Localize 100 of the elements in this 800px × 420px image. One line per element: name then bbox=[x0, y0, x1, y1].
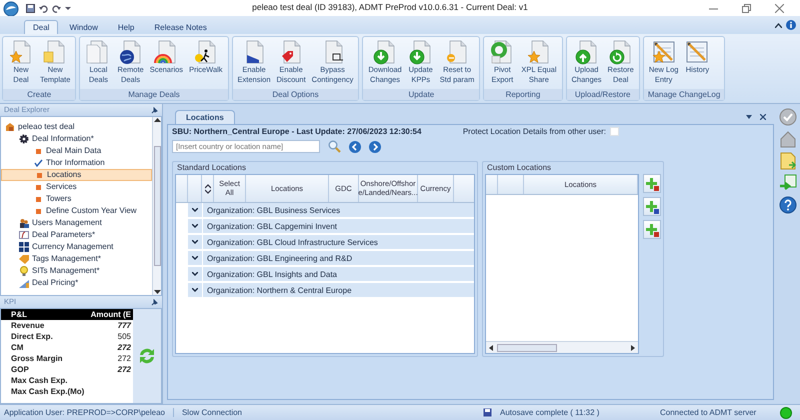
tree-item[interactable]: Deal Parameters* bbox=[1, 229, 152, 241]
status-text: Application User: PREPROD=>CORP\peleao bbox=[3, 408, 166, 418]
restore-window-icon[interactable] bbox=[742, 4, 751, 12]
amount-value: 777 bbox=[118, 320, 131, 330]
chevron-down-icon[interactable] bbox=[192, 224, 198, 228]
status-text: Autosave complete ( 11:32 ) bbox=[500, 408, 600, 418]
tree-item[interactable]: Services bbox=[1, 181, 152, 193]
row-label: Gross Margin bbox=[11, 354, 63, 364]
row-label: Direct Exp. bbox=[11, 332, 53, 342]
document-tab[interactable]: Locations bbox=[175, 110, 235, 124]
tree-item[interactable]: Define Custom Year View bbox=[1, 205, 152, 217]
help-icon[interactable] bbox=[779, 196, 797, 214]
check-circle-icon[interactable] bbox=[779, 108, 797, 126]
row-label: GOP bbox=[11, 364, 29, 374]
add-location-button[interactable] bbox=[643, 174, 661, 194]
group-title: Standard Locations bbox=[177, 163, 247, 172]
plus-icon bbox=[645, 176, 659, 191]
grid-icon bbox=[19, 242, 29, 252]
column-header: P&L bbox=[11, 310, 27, 320]
status-text: Connected to ADMT server bbox=[660, 408, 758, 418]
tree-item[interactable]: Currency Management bbox=[1, 241, 152, 253]
column-header: Amount (E bbox=[90, 310, 131, 320]
tree-item[interactable]: Tags Management* bbox=[1, 253, 152, 265]
ribbon-tab[interactable]: Help bbox=[108, 20, 144, 34]
group-label: Deal Options bbox=[232, 88, 358, 100]
tree-item[interactable]: Users Management bbox=[1, 217, 152, 229]
add-location-button[interactable] bbox=[643, 197, 661, 216]
sort-icon[interactable] bbox=[204, 184, 210, 194]
ribbon-tab[interactable]: Release Notes bbox=[145, 20, 216, 34]
tree-item[interactable]: Towers bbox=[1, 193, 152, 205]
group-title: Custom Locations bbox=[487, 163, 552, 172]
square-icon bbox=[34, 170, 44, 180]
check-icon bbox=[33, 158, 43, 168]
row-label: Max Cash Exp.(Mo) bbox=[11, 386, 84, 396]
window-title: peleao test deal (ID 39183), ADMT PreProd v10.0.6.31 - Current Deal: v1 bbox=[251, 3, 529, 13]
pin-icon[interactable] bbox=[151, 106, 158, 114]
group-label: Create bbox=[3, 88, 76, 100]
save-icon bbox=[483, 408, 492, 417]
group-label: Manage ChangeLog bbox=[644, 88, 724, 100]
close-icon[interactable] bbox=[775, 4, 784, 12]
undo-icon[interactable] bbox=[39, 4, 48, 12]
sbu-heading: SBU: Northern_Central Europe - Last Update: 27/06/2023 12:30:54 bbox=[172, 127, 422, 136]
square-icon bbox=[33, 206, 43, 216]
chart-icon bbox=[19, 278, 29, 288]
protect-label: Protect Location Details from other user: bbox=[462, 127, 606, 136]
scroll-right-icon[interactable] bbox=[631, 344, 635, 351]
tree-item[interactable]: Locations bbox=[1, 169, 152, 181]
status-text: Slow Connection bbox=[172, 408, 250, 418]
tree-item[interactable]: peleao test deal bbox=[1, 121, 152, 133]
tree-item[interactable]: Thor Information bbox=[1, 157, 152, 169]
scroll-thumb[interactable] bbox=[497, 344, 557, 352]
group-label: Update bbox=[363, 88, 480, 100]
square-icon bbox=[33, 146, 43, 156]
square-icon bbox=[33, 182, 43, 192]
save-icon[interactable] bbox=[26, 4, 35, 12]
amount-value: 272 bbox=[118, 354, 131, 364]
tag-icon bbox=[19, 254, 29, 264]
people-icon bbox=[19, 218, 29, 228]
row-label: Max Cash Exp. bbox=[11, 376, 68, 386]
group-label: Manage Deals bbox=[80, 88, 228, 100]
amount-value: 272 bbox=[118, 342, 131, 352]
plus-icon bbox=[645, 222, 659, 237]
square-icon bbox=[33, 194, 43, 204]
forward-button[interactable] bbox=[369, 140, 381, 153]
redo-icon[interactable] bbox=[52, 4, 61, 12]
tree-item[interactable]: Deal Main Data bbox=[1, 145, 152, 157]
scroll-left-icon[interactable] bbox=[489, 344, 493, 351]
lightbulb-icon bbox=[19, 266, 29, 276]
back-button[interactable] bbox=[349, 140, 361, 153]
tree-item[interactable]: Deal Pricing* bbox=[1, 277, 152, 289]
group-label: Reporting bbox=[484, 88, 562, 100]
add-location-button[interactable] bbox=[643, 220, 661, 240]
amount-value: 272 bbox=[118, 364, 131, 374]
amount-value: 505 bbox=[118, 332, 131, 342]
ribbon-tab[interactable]: Deal bbox=[24, 20, 58, 34]
group-label: Upload/Restore bbox=[566, 88, 639, 100]
gear-icon bbox=[19, 134, 29, 144]
dropdown-icon[interactable] bbox=[746, 115, 752, 119]
chevron-down-icon[interactable] bbox=[192, 288, 198, 292]
chevron-down-icon[interactable] bbox=[192, 256, 198, 260]
protect-checkbox[interactable] bbox=[610, 127, 619, 136]
search-icon[interactable] bbox=[328, 140, 341, 154]
pencil-icon bbox=[684, 39, 710, 65]
collapse-icon[interactable] bbox=[775, 22, 782, 28]
close-icon[interactable] bbox=[760, 114, 766, 120]
chevron-down-icon[interactable] bbox=[192, 240, 198, 244]
connection-indicator bbox=[780, 406, 792, 418]
scroll-thumb[interactable] bbox=[154, 146, 160, 266]
ribbon-tab[interactable]: Window bbox=[60, 20, 107, 34]
row-label: Revenue bbox=[11, 320, 44, 330]
chevron-down-icon[interactable] bbox=[192, 272, 198, 276]
tree-item[interactable]: SITs Management* bbox=[1, 265, 152, 277]
info-icon[interactable] bbox=[786, 20, 796, 30]
dropdown-icon[interactable] bbox=[65, 5, 71, 11]
plus-icon bbox=[645, 200, 659, 214]
chevron-down-icon[interactable] bbox=[192, 208, 198, 212]
function-icon bbox=[19, 230, 29, 240]
pin-icon[interactable] bbox=[151, 298, 158, 306]
tree-item[interactable]: Deal Information* bbox=[1, 133, 152, 145]
row-label: CM bbox=[11, 342, 24, 352]
